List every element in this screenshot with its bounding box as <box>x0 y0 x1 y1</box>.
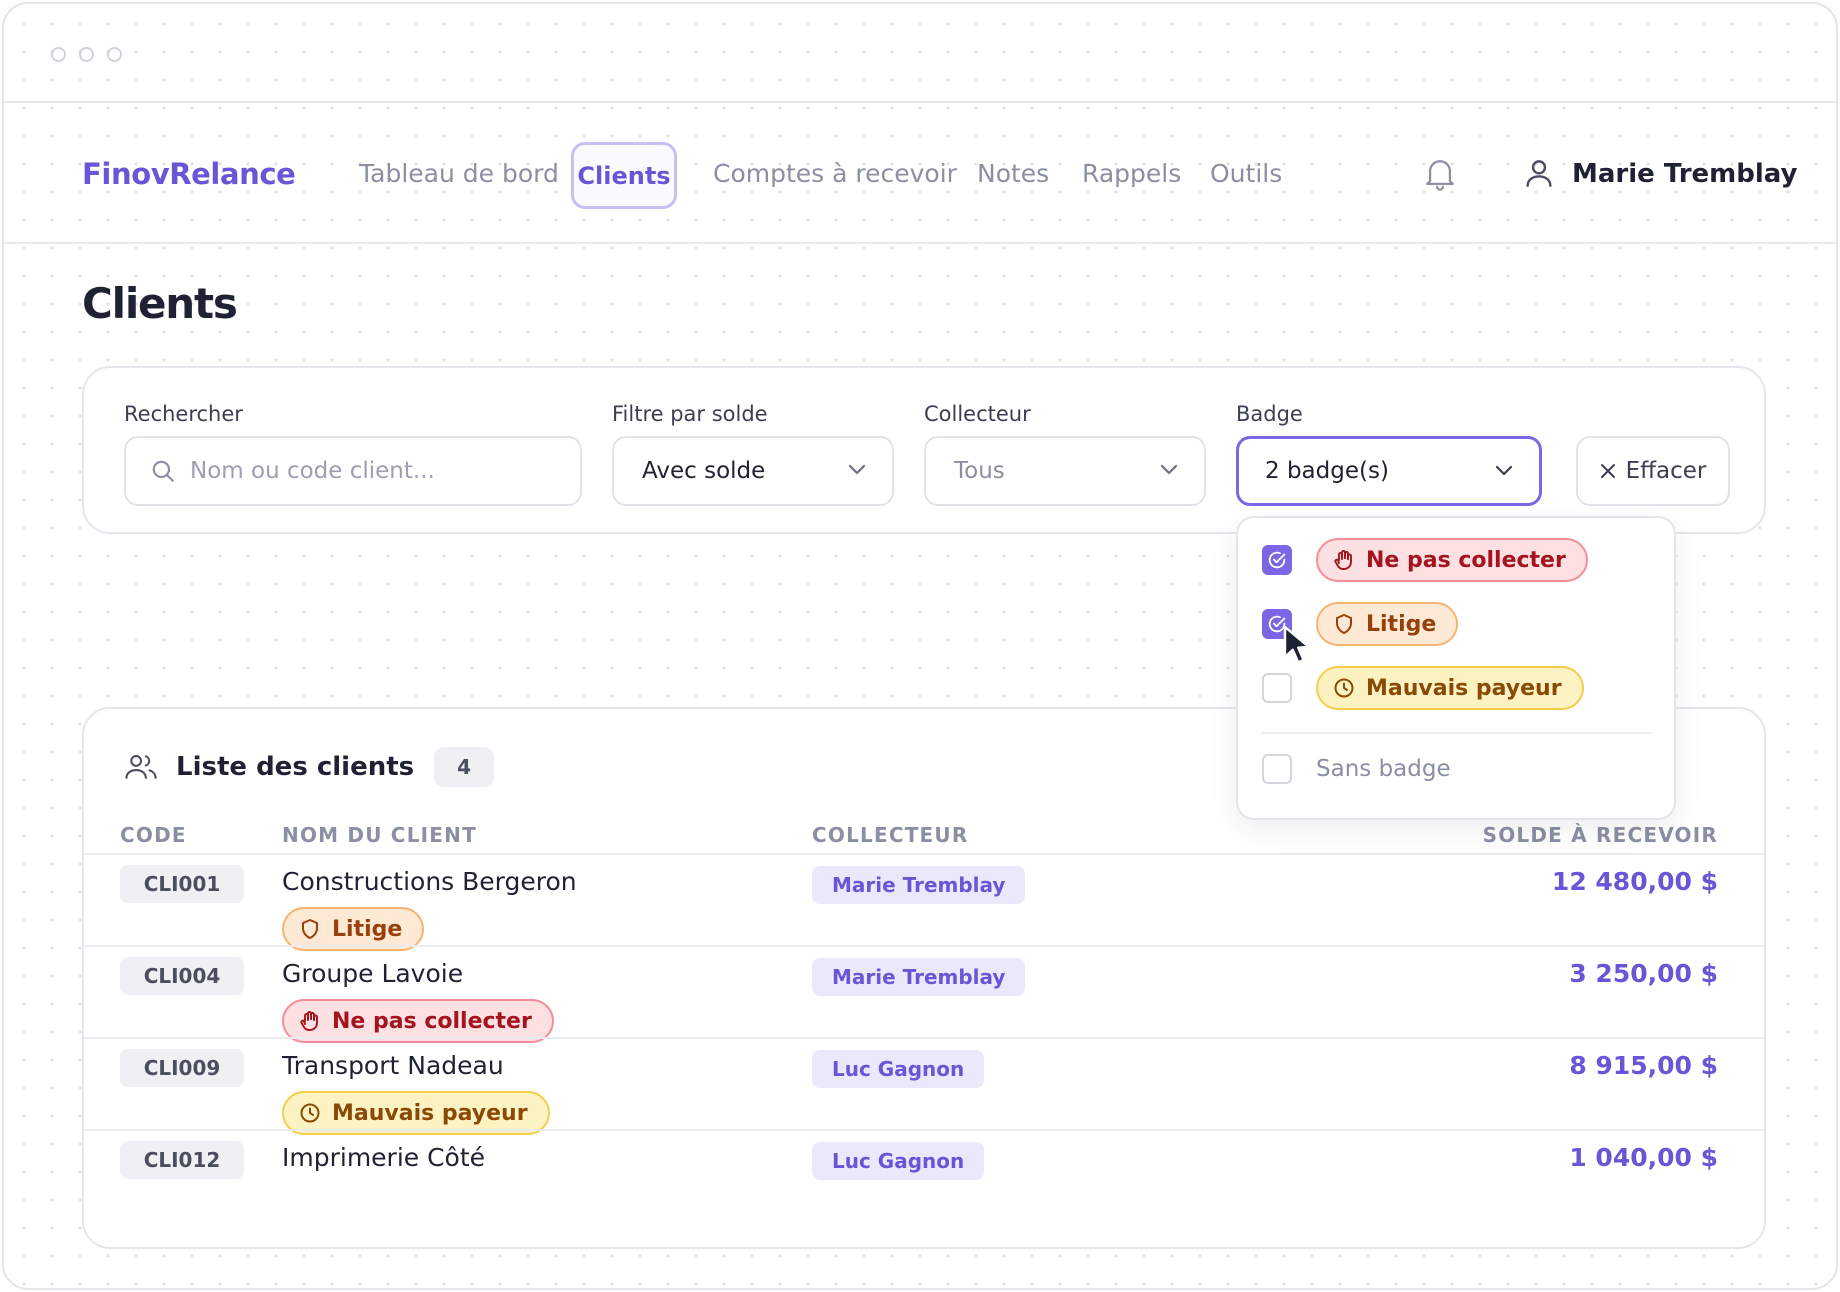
search-input[interactable]: Nom ou code client... <box>124 436 582 506</box>
balance-amount: 12 480,00 $ <box>1551 867 1718 896</box>
clock-icon <box>1334 678 1354 698</box>
balance-amount: 3 250,00 $ <box>1569 959 1718 988</box>
table-row[interactable]: CLI009 Transport Nadeau Mauvais payeur L… <box>84 1037 1764 1135</box>
collector-tag: Luc Gagnon <box>812 1142 985 1180</box>
badge-option-label: Mauvais payeur <box>1366 675 1562 701</box>
sans-badge-label: Sans badge <box>1316 756 1451 782</box>
checkbox-unchecked[interactable] <box>1262 673 1292 703</box>
badge-option-label: Litige <box>1366 611 1437 637</box>
badge-label: Litige <box>332 916 403 942</box>
chevron-down-icon <box>1495 465 1513 476</box>
client-code: CLI009 <box>120 1049 244 1087</box>
table-row[interactable]: CLI004 Groupe Lavoie Ne pas collecter Ma… <box>84 945 1764 1043</box>
search-placeholder: Nom ou code client... <box>190 458 435 484</box>
badge-select[interactable]: 2 badge(s) <box>1236 436 1542 506</box>
filter-panel: Rechercher Nom ou code client... Filtre … <box>82 366 1766 534</box>
badge-dropdown-menu: Ne pas collecter Litige Mauvais payeur S… <box>1236 516 1676 820</box>
shield-icon <box>302 919 318 939</box>
collector-tag: Luc Gagnon <box>812 1050 985 1088</box>
close-icon <box>1600 464 1615 478</box>
checkbox-unchecked[interactable] <box>1262 754 1292 784</box>
badge-select-value: 2 badge(s) <box>1265 458 1389 484</box>
window-close-dot[interactable] <box>51 47 66 62</box>
hand-icon <box>1334 550 1352 570</box>
client-code: CLI004 <box>120 957 244 995</box>
collecteur-label: Collecteur <box>924 402 1031 426</box>
badge-option-mauvais-payeur[interactable]: Mauvais payeur <box>1262 666 1584 710</box>
shield-icon <box>1336 614 1352 634</box>
chevron-down-icon <box>848 464 866 475</box>
users-icon <box>125 755 157 779</box>
mauvais-payeur-badge: Mauvais payeur <box>1316 666 1584 710</box>
dropdown-divider <box>1262 732 1652 734</box>
client-code: CLI012 <box>120 1141 244 1179</box>
client-name[interactable]: Imprimerie Côté <box>282 1143 485 1172</box>
client-count-badge: 4 <box>434 747 495 787</box>
clock-icon <box>300 1103 320 1123</box>
client-code: CLI001 <box>120 865 244 903</box>
app-window: FinovRelance Tableau de bord Clients Com… <box>2 2 1838 1290</box>
checkbox-checked[interactable] <box>1262 545 1292 575</box>
badge-option-label: Ne pas collecter <box>1366 547 1566 573</box>
search-icon <box>152 460 174 482</box>
collecteur-select[interactable]: Tous <box>924 436 1206 506</box>
badge-label: Mauvais payeur <box>332 1100 528 1126</box>
user-name[interactable]: Marie Tremblay <box>1572 159 1797 189</box>
table-row[interactable]: CLI001 Constructions Bergeron Litige Mar… <box>84 853 1764 951</box>
balance-amount: 1 040,00 $ <box>1569 1143 1718 1172</box>
search-label: Rechercher <box>124 402 243 426</box>
nav-link-clients[interactable]: Clients <box>571 142 677 209</box>
balance-amount: 8 915,00 $ <box>1569 1051 1718 1080</box>
top-navbar: FinovRelance Tableau de bord Clients Com… <box>4 105 1836 244</box>
nav-link-clients-label: Clients <box>577 161 671 190</box>
check-circle-icon <box>1268 551 1286 569</box>
badge-label: Badge <box>1236 402 1303 426</box>
badge-option-ne-pas-collecter[interactable]: Ne pas collecter <box>1262 538 1588 582</box>
nav-link-notes[interactable]: Notes <box>977 159 1049 188</box>
solde-filter-select[interactable]: Avec solde <box>612 436 894 506</box>
client-list-title: Liste des clients <box>176 752 415 782</box>
solde-filter-value: Avec solde <box>642 458 766 484</box>
client-name[interactable]: Transport Nadeau <box>282 1051 504 1080</box>
table-row[interactable]: CLI012 Imprimerie Côté Luc Gagnon 1 040,… <box>84 1129 1764 1221</box>
badge-label: Ne pas collecter <box>332 1008 532 1034</box>
hand-icon <box>300 1011 318 1031</box>
collector-tag: Marie Tremblay <box>812 866 1026 904</box>
nav-link-tableau-de-bord[interactable]: Tableau de bord <box>359 159 559 188</box>
litige-badge: Litige <box>1316 602 1459 646</box>
title-bar <box>4 4 1836 103</box>
mouse-pointer-icon <box>1283 625 1310 664</box>
collector-tag: Marie Tremblay <box>812 958 1026 996</box>
client-name[interactable]: Groupe Lavoie <box>282 959 463 988</box>
column-header-code[interactable]: CODE <box>120 823 187 847</box>
client-list-header: Liste des clients 4 <box>124 747 495 787</box>
bell-icon[interactable] <box>1423 155 1457 193</box>
nav-link-comptes-a-recevoir[interactable]: Comptes à recevoir <box>713 159 957 188</box>
user-icon[interactable] <box>1522 155 1556 191</box>
badge-option-sans-badge[interactable]: Sans badge <box>1262 754 1451 784</box>
column-header-collecteur[interactable]: COLLECTEUR <box>812 823 968 847</box>
window-maximize-dot[interactable] <box>107 47 122 62</box>
column-header-nom-du-client[interactable]: NOM DU CLIENT <box>282 823 477 847</box>
window-minimize-dot[interactable] <box>79 47 94 62</box>
page-title: Clients <box>82 279 238 328</box>
brand-logo[interactable]: FinovRelance <box>82 157 296 191</box>
clear-filters-button[interactable]: Effacer <box>1576 436 1730 506</box>
clear-filters-label: Effacer <box>1625 458 1707 484</box>
client-name[interactable]: Constructions Bergeron <box>282 867 577 896</box>
column-header-solde[interactable]: SOLDE À RECEVOIR <box>1483 823 1718 847</box>
ne-pas-collecter-badge: Ne pas collecter <box>1316 538 1588 582</box>
solde-filter-label: Filtre par solde <box>612 402 768 426</box>
nav-link-outils[interactable]: Outils <box>1210 159 1282 188</box>
collecteur-value: Tous <box>954 458 1005 484</box>
nav-link-rappels[interactable]: Rappels <box>1082 159 1181 188</box>
chevron-down-icon <box>1160 464 1178 475</box>
